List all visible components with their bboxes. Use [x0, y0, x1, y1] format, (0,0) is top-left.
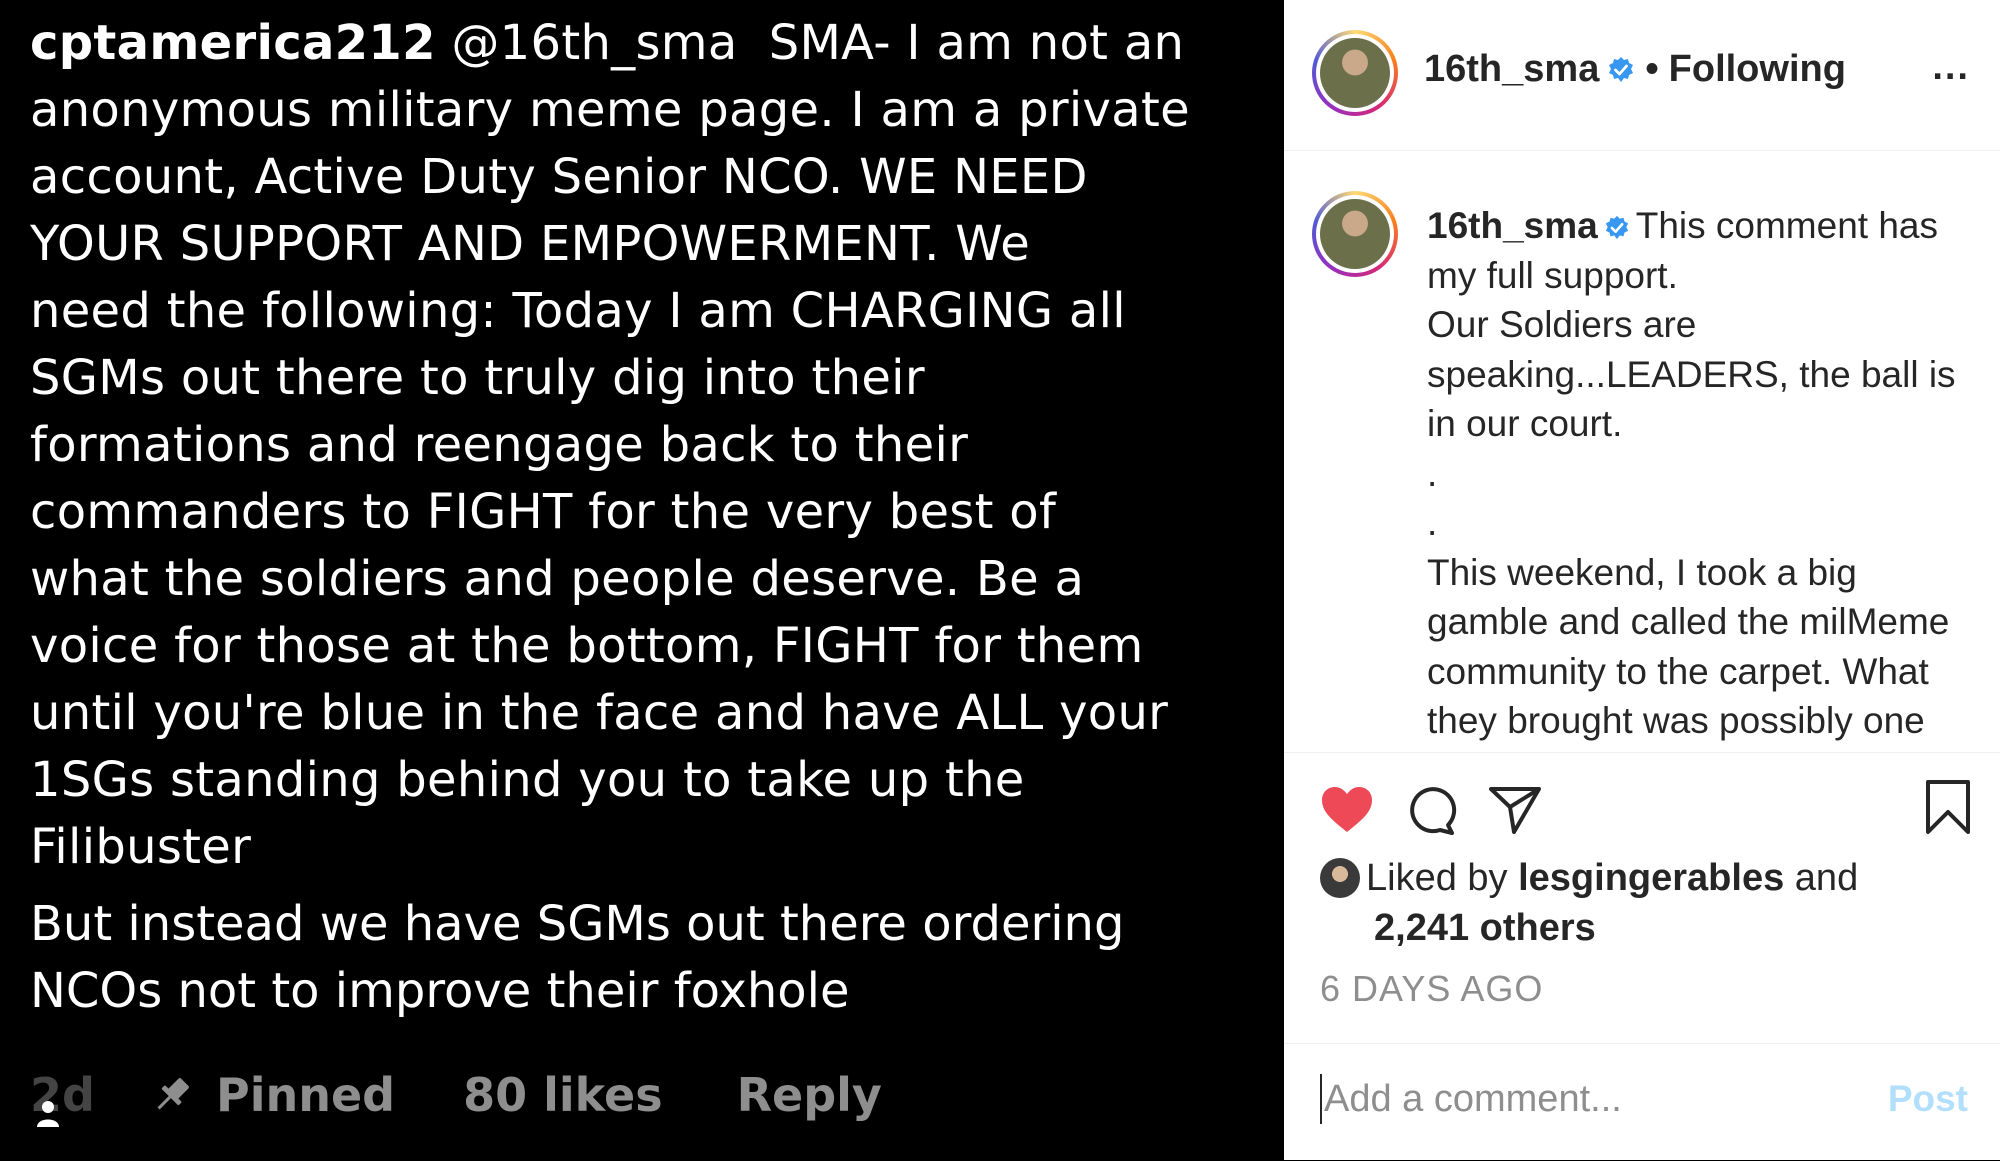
verified-badge-icon — [1605, 215, 1628, 240]
caption-line: they brought was possibly one — [1427, 700, 1925, 741]
post-caption: 16th_sma This comment has my full suppor… — [1284, 151, 2000, 751]
share-button[interactable] — [1488, 785, 1542, 835]
pin-icon — [157, 1078, 189, 1110]
liker-avatar[interactable] — [1320, 858, 1360, 898]
comment-button[interactable] — [1404, 783, 1458, 837]
caption-line: my full support. — [1427, 254, 1678, 296]
comment-username[interactable]: cptamerica212 — [30, 15, 436, 71]
comment-text-line: formations and reengage back to their — [30, 417, 969, 473]
person-icon — [37, 1101, 59, 1127]
post-header-user: 16th_sma • Following — [1424, 48, 1846, 91]
comment-text-line: until you're blue in the face and have A… — [30, 685, 1169, 741]
comment-text-line: voice for those at the bottom, FIGHT for… — [30, 618, 1144, 674]
comment-body: cptamerica212 @16th_sma SMA- I am not an… — [30, 10, 1284, 881]
comment-text-line: commanders to FIGHT for the very best of — [30, 484, 1057, 540]
caption-avatar[interactable] — [1312, 191, 1398, 277]
likes-summary: Liked by lesgingerables and 2,241 others — [1320, 853, 1960, 953]
comment-likes-link[interactable]: 80 likes — [463, 1068, 663, 1122]
pin-indicator: Pinned — [150, 1068, 395, 1122]
like-button[interactable] — [1320, 786, 1374, 834]
add-comment-input[interactable] — [1320, 1074, 1824, 1124]
paper-plane-icon — [1489, 787, 1541, 834]
comment-timestamp-wrap: 2d — [30, 1068, 95, 1127]
post-timestamp[interactable]: 6 DAYS AGO — [1320, 968, 1543, 1010]
comment-text-line: SMA- I am not an — [768, 15, 1185, 71]
comment-text-line: account, Active Duty Senior NCO. WE NEED — [30, 149, 1088, 205]
verified-badge-icon — [1609, 56, 1634, 82]
comment-bubble-icon — [1410, 787, 1457, 835]
comment-second-paragraph: But instead we have SGMs out there order… — [30, 891, 1284, 1025]
comment-text-line: SGMs out there to truly dig into their — [30, 350, 925, 406]
caption-line: This comment has — [1635, 205, 1938, 246]
bookmark-icon — [1926, 780, 1970, 834]
post-header: 16th_sma • Following ... — [1284, 0, 2000, 151]
comment-text-line: Filibuster — [30, 819, 252, 875]
heart-icon — [1322, 787, 1372, 832]
author-username[interactable]: 16th_sma — [1424, 48, 1599, 91]
caption-text: 16th_sma This comment has my full suppor… — [1427, 201, 1987, 746]
comment-first-line: cptamerica212 @16th_sma SMA- I am not an — [30, 10, 1284, 77]
following-button[interactable]: Following — [1669, 48, 1846, 91]
post-actions: Liked by lesgingerables and 2,241 others… — [1284, 752, 2000, 1043]
comment-text-line: YOUR SUPPORT AND EMPOWERMENT. We — [30, 216, 1031, 272]
comment-text-line: what the soldiers and people deserve. Be… — [30, 551, 1085, 607]
comment-text-line: 1SGs standing behind you to take up the — [30, 752, 1025, 808]
pinned-label: Pinned — [216, 1068, 396, 1122]
comment-text-line: But instead we have SGMs out there order… — [30, 896, 1125, 952]
caption-line: speaking...LEADERS, the ball is — [1427, 353, 1956, 395]
reply-button[interactable]: Reply — [737, 1068, 882, 1122]
comment-text-line: need the following: Today I am CHARGING … — [30, 283, 1126, 339]
caption-line: This weekend, I took a big — [1427, 551, 1857, 593]
author-avatar[interactable] — [1312, 30, 1398, 116]
caption-username[interactable]: 16th_sma — [1427, 205, 1598, 246]
comment-actions: 2d Pinned 80 likes Reply — [30, 1060, 882, 1130]
liker-username[interactable]: lesgingerables — [1518, 857, 1784, 899]
caption-dot: . — [1427, 452, 1438, 494]
caption-line: Our Soldiers are — [1427, 304, 1697, 345]
liked-by-prefix: Liked by — [1366, 857, 1508, 899]
caption-line: gamble and called the milMeme — [1427, 601, 1950, 642]
caption-line: in our court. — [1427, 403, 1623, 444]
liked-others-link[interactable]: 2,241 others — [1320, 907, 1596, 949]
caption-dot: . — [1427, 502, 1438, 543]
post-comment-button[interactable]: Post — [1888, 1078, 1968, 1120]
add-comment-bar: Post — [1284, 1043, 2000, 1161]
comment-text-line: anonymous military meme page. I am a pri… — [30, 82, 1190, 138]
header-separator: • — [1645, 48, 1659, 90]
save-button[interactable] — [1924, 779, 1972, 840]
more-options-button[interactable]: ... — [1932, 46, 1970, 89]
liked-by-and: and — [1794, 857, 1859, 899]
caption-line: community to the carpet. What — [1427, 650, 1929, 692]
comment-mention[interactable]: @16th_sma — [451, 15, 737, 71]
comment-text-line: NCOs not to improve their foxhole — [30, 963, 850, 1019]
post-panel: 16th_sma • Following ... 16th_sma This c… — [1284, 0, 2000, 1160]
comment-panel: cptamerica212 @16th_sma SMA- I am not an… — [0, 0, 1284, 1160]
